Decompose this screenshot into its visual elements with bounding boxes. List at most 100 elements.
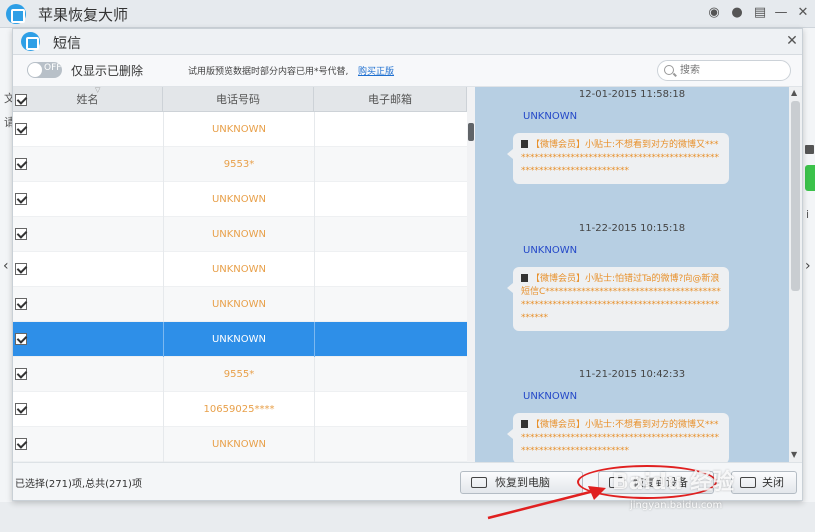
- cell-email: [315, 252, 467, 287]
- chevron-left-icon[interactable]: ‹: [3, 258, 9, 274]
- cell-email: [315, 427, 467, 462]
- row-checkbox[interactable]: [15, 123, 27, 135]
- background-left-strip: 文 请 ‹: [0, 28, 15, 532]
- chevron-right-icon[interactable]: ›: [805, 258, 811, 274]
- message-bubble[interactable]: 【微博会员】小贴士:怕错过Ta的微博?向@新浪短信C**************…: [507, 267, 729, 331]
- scroll-up-icon[interactable]: ▲: [791, 88, 797, 97]
- close-button[interactable]: 关闭: [731, 471, 797, 494]
- column-header-name[interactable]: 姓名: [13, 87, 163, 112]
- trial-note: 试用版预览数据时部分内容已用*号代替,: [188, 67, 349, 77]
- deleted-only-toggle[interactable]: OFF: [27, 62, 62, 78]
- background-right-strip: › i: [802, 28, 815, 532]
- cell-email: [315, 392, 467, 427]
- cell-email: [315, 147, 467, 182]
- column-header-email[interactable]: 电子邮箱: [314, 87, 467, 112]
- table-row[interactable]: 10659025****: [13, 392, 467, 427]
- cell-phone: UNKNOWN: [211, 229, 267, 240]
- toggle-knob: [28, 63, 42, 77]
- deleted-only-label: 仅显示已删除: [71, 64, 144, 78]
- column-header-phone[interactable]: 电话号码: [163, 87, 314, 112]
- background-green-tab: [805, 165, 815, 191]
- sms-app-icon: [21, 32, 40, 51]
- cell-phone: UNKNOWN: [211, 264, 267, 275]
- row-checkbox[interactable]: [15, 438, 27, 450]
- dialog-titlebar: 短信 ✕: [13, 29, 802, 55]
- weibo-icon[interactable]: ◉: [705, 4, 723, 22]
- search-box[interactable]: [657, 60, 791, 81]
- cell-phone: UNKNOWN: [211, 194, 267, 205]
- row-checkbox[interactable]: [15, 228, 27, 240]
- minimize-icon[interactable]: —: [772, 4, 790, 22]
- cell-name: [31, 392, 163, 427]
- cell-email: [315, 322, 467, 357]
- table-vertical-scrollbar[interactable]: [467, 87, 475, 462]
- table-row[interactable]: UNKNOWN: [13, 322, 467, 357]
- table-row[interactable]: UNKNOWN: [13, 287, 467, 322]
- app-logo-icon: [6, 4, 26, 24]
- cell-phone: 9555*: [223, 369, 255, 380]
- cell-email: [315, 182, 467, 217]
- trash-icon: [521, 274, 528, 282]
- filter-toolbar: OFF 仅显示已删除 试用版预览数据时部分内容已用*号代替, 购买正版: [13, 55, 802, 87]
- row-checkbox[interactable]: [15, 333, 27, 345]
- cell-name: [31, 427, 163, 462]
- row-checkbox[interactable]: [15, 368, 27, 380]
- lock-icon: [805, 145, 814, 154]
- row-checkbox[interactable]: [15, 298, 27, 310]
- row-checkbox[interactable]: [15, 403, 27, 415]
- table-row[interactable]: 9555*: [13, 357, 467, 392]
- cell-name: [31, 147, 163, 182]
- message-sender: UNKNOWN: [523, 111, 578, 122]
- message-bubble[interactable]: 【微博会员】小贴士:不想看到对方的微博又********************…: [507, 413, 729, 462]
- close-button-label: 关闭: [762, 476, 784, 489]
- selection-status: 已选择(271)项,总共(271)项: [15, 479, 142, 490]
- message-sender: UNKNOWN: [523, 245, 578, 256]
- close-app-icon[interactable]: ✕: [794, 4, 812, 22]
- message-text: 【微博会员】小贴士:怕错过Ta的微博?向@新浪短信C**************…: [521, 274, 721, 323]
- conversation-pane: 12-01-2015 11:58:18 UNKNOWN 【微博会员】小贴士:不想看到…: [475, 87, 802, 462]
- annotation-arrow: [487, 486, 606, 520]
- row-checkbox[interactable]: [15, 193, 27, 205]
- app-title: 苹果恢复大师: [38, 6, 129, 24]
- conversation-scrollbar[interactable]: ▲ ▼: [789, 87, 802, 462]
- table-row[interactable]: UNKNOWN: [13, 217, 467, 252]
- app-titlebar: 苹果恢复大师 ◉ ● ▤ — ✕: [0, 0, 815, 28]
- message-timestamp: 11-21-2015 10:42:33: [578, 369, 686, 380]
- buy-full-version-link[interactable]: 购买正版: [358, 64, 394, 77]
- dialog-close-icon[interactable]: ✕: [783, 32, 801, 50]
- toggle-state: OFF: [44, 63, 62, 73]
- menu-icon[interactable]: ▤: [751, 4, 769, 22]
- chat-icon[interactable]: ●: [728, 4, 746, 22]
- table-row[interactable]: UNKNOWN: [13, 112, 467, 147]
- exit-icon: [740, 477, 756, 488]
- table-row[interactable]: UNKNOWN: [13, 182, 467, 217]
- row-checkbox[interactable]: [15, 263, 27, 275]
- row-checkbox[interactable]: [15, 158, 27, 170]
- trash-icon: [521, 140, 528, 148]
- message-timestamp: 12-01-2015 11:58:18: [578, 89, 686, 100]
- cell-name: [31, 287, 163, 322]
- cell-email: [315, 357, 467, 392]
- cell-phone: UNKNOWN: [211, 439, 267, 450]
- cell-phone: 9553*: [223, 159, 255, 170]
- table-row[interactable]: UNKNOWN: [13, 252, 467, 287]
- cell-email: [315, 287, 467, 322]
- cell-name: [31, 112, 163, 147]
- table-scroll-thumb[interactable]: [468, 123, 474, 141]
- cell-name: [31, 322, 163, 357]
- sms-dialog: 短信 ✕ OFF 仅显示已删除 试用版预览数据时部分内容已用*号代替, 购买正版…: [12, 28, 803, 501]
- search-input[interactable]: [680, 63, 780, 78]
- table-row[interactable]: 9553*: [13, 147, 467, 182]
- watermark-url: jingyan.baidu.com: [630, 500, 723, 511]
- trash-icon: [521, 420, 528, 428]
- scroll-down-icon[interactable]: ▼: [791, 450, 797, 459]
- message-text: 【微博会员】小贴士:不想看到对方的微博又********************…: [521, 140, 719, 176]
- message-bubble[interactable]: 【微博会员】小贴士:不想看到对方的微博又********************…: [507, 133, 729, 184]
- table-header: ▽ 姓名 电话号码 电子邮箱: [13, 87, 467, 112]
- table-row[interactable]: UNKNOWN: [13, 427, 467, 462]
- cell-phone: UNKNOWN: [211, 124, 267, 135]
- conversation-scroll-thumb[interactable]: [791, 101, 800, 291]
- background-char: i: [806, 208, 810, 221]
- dialog-title: 短信: [53, 36, 81, 52]
- cell-phone: UNKNOWN: [211, 299, 267, 310]
